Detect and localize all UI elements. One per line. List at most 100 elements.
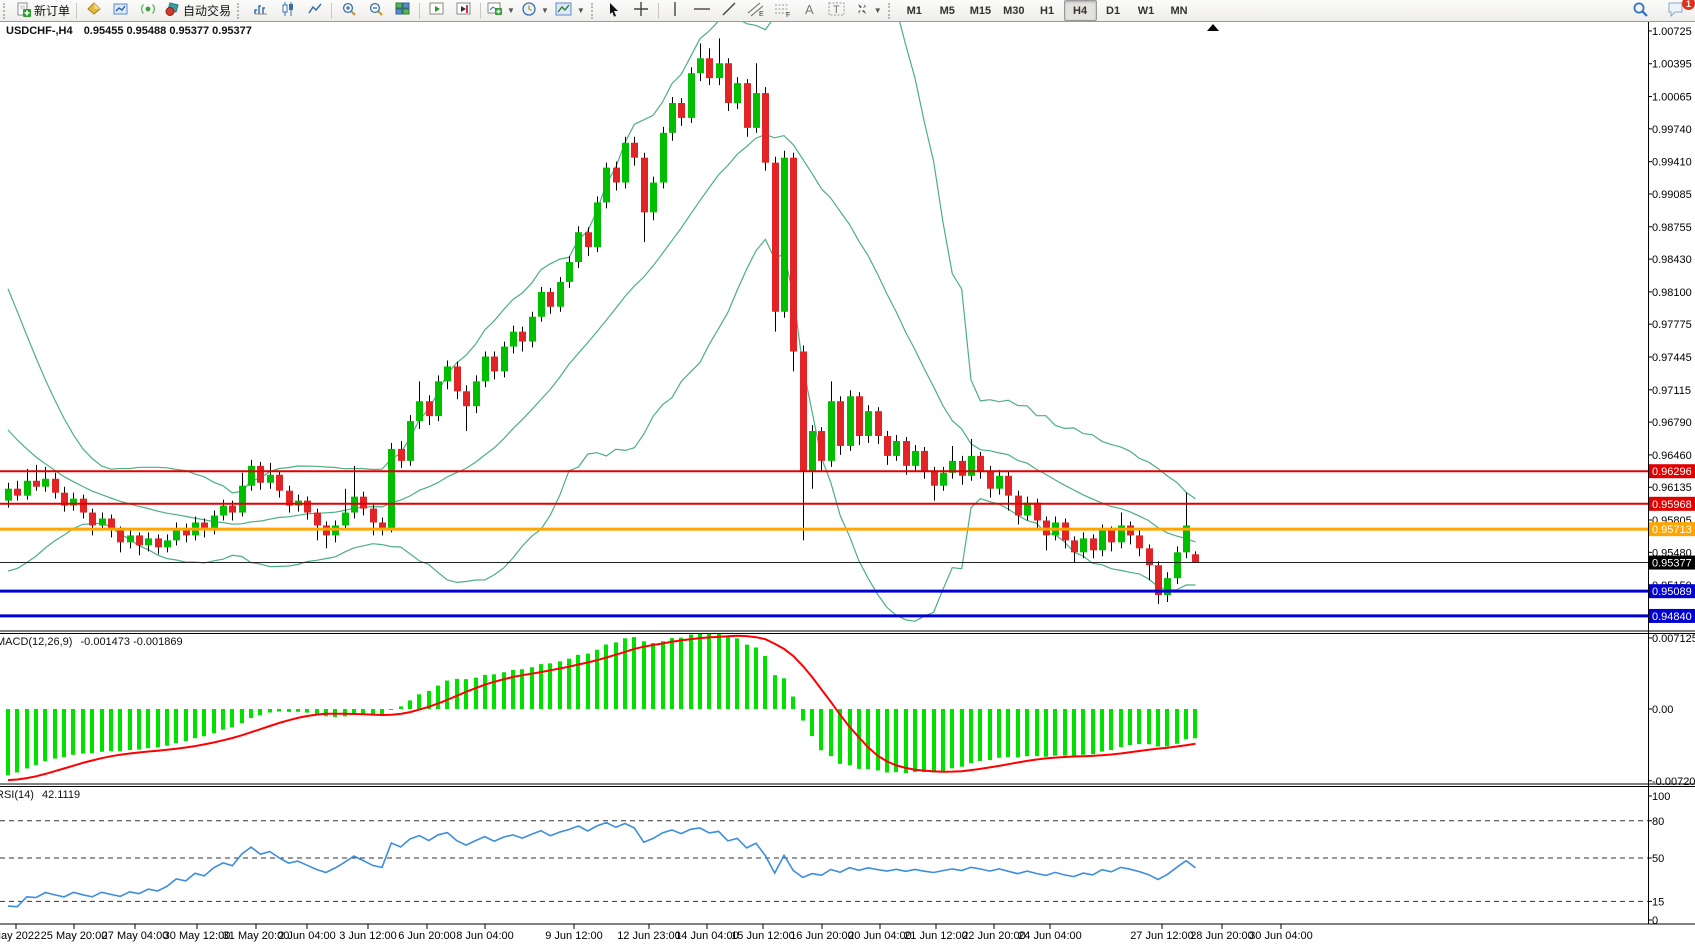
macd-histogram-bar (25, 709, 29, 768)
macd-histogram-bar (689, 635, 693, 709)
search-icon (1632, 1, 1649, 21)
auto-scroll-button[interactable] (423, 0, 450, 21)
macd-histogram-bar (1165, 709, 1169, 746)
equidistant-channel-button[interactable]: E (743, 0, 770, 21)
macd-histogram-bar (670, 638, 674, 709)
macd-histogram-bar (408, 700, 412, 709)
macd-histogram-bar (1072, 709, 1076, 756)
new-chart-button[interactable]: ▼ (484, 0, 518, 21)
candlestick-chart-icon (280, 1, 296, 20)
macd-histogram-bar (1044, 709, 1048, 757)
horizontal-line-button[interactable] (689, 0, 716, 21)
svg-text:6 Jun 20:00: 6 Jun 20:00 (398, 930, 456, 942)
blue-panel-icon (113, 1, 129, 20)
macd-histogram-bar (137, 709, 141, 750)
macd-histogram-bar (287, 709, 291, 712)
macd-histogram-bar (894, 709, 898, 772)
chart-line-button[interactable] (301, 0, 328, 21)
cursor-button[interactable] (601, 0, 628, 21)
macd-histogram-bar (1193, 709, 1197, 738)
toolbar-grip[interactable] (3, 3, 10, 19)
timeframe-button-H4[interactable]: H4 (1064, 0, 1097, 21)
chevron-down-icon: ▼ (577, 6, 585, 15)
macd-histogram-bar (698, 632, 702, 709)
zoom-in-button[interactable] (335, 0, 362, 21)
svg-text:0.007125: 0.007125 (1652, 633, 1695, 645)
toolbar-grip[interactable] (237, 3, 244, 19)
svg-text:May 2022: May 2022 (0, 930, 40, 942)
market-watch-button[interactable] (107, 0, 134, 21)
macd-histogram-bar (62, 709, 66, 757)
signals-button[interactable] (134, 0, 161, 21)
macd-histogram-bar (109, 709, 113, 751)
macd-histogram-bar (240, 709, 244, 723)
timeframe-button-D1[interactable]: D1 (1097, 0, 1130, 21)
macd-indicator-label: MACD(12,26,9) -0.001473 -0.001869 (0, 636, 183, 648)
svg-text:0.94840: 0.94840 (1652, 611, 1692, 623)
timeframe-button-H1[interactable]: H1 (1031, 0, 1064, 21)
timeframe-button-MN[interactable]: MN (1163, 0, 1196, 21)
vertical-line-icon (669, 1, 681, 20)
macd-histogram-bar (128, 709, 132, 750)
timeframe-button-M1[interactable]: M1 (898, 0, 931, 21)
svg-text:0.00: 0.00 (1652, 704, 1673, 716)
text-button[interactable]: A (797, 0, 824, 21)
macd-histogram-bar (1063, 709, 1067, 756)
ohlc-values: 0.95455 0.95488 0.95377 0.95377 (84, 25, 252, 37)
text-label-button[interactable]: T (824, 0, 851, 21)
macd-histogram-bar (445, 681, 449, 709)
chart-candles-button[interactable] (274, 0, 301, 21)
zoom-in-icon (341, 1, 357, 20)
timeframe-button-W1[interactable]: W1 (1130, 0, 1163, 21)
macd-histogram-bar (1128, 709, 1132, 745)
macd-histogram-bar (502, 672, 506, 709)
crosshair-icon (633, 1, 649, 20)
timeframe-button-M5[interactable]: M5 (931, 0, 964, 21)
macd-histogram-bar (745, 645, 749, 709)
macd-histogram-bar (960, 709, 964, 767)
macd-histogram-bar (165, 709, 169, 746)
fibonacci-button[interactable]: F (770, 0, 797, 21)
macd-histogram-bar (1147, 709, 1151, 744)
macd-histogram-bar (735, 638, 739, 709)
macd-histogram-bar (268, 709, 272, 713)
svg-text:-0.007201: -0.007201 (1652, 776, 1695, 788)
macd-histogram-bar (969, 709, 973, 763)
macd-histogram-bar (118, 709, 122, 751)
market-button[interactable] (80, 0, 107, 21)
new-order-icon (16, 2, 31, 20)
toolbar-grip[interactable] (888, 3, 895, 19)
timeframe-button-M30[interactable]: M30 (997, 0, 1030, 21)
macd-histogram-bar (71, 709, 75, 755)
period-button[interactable]: ▼ (518, 0, 552, 21)
macd-histogram-bar (661, 641, 665, 709)
crosshair-button[interactable] (628, 0, 655, 21)
arrows-button[interactable]: ▼ (851, 0, 885, 21)
arrows-icon (854, 1, 870, 20)
vertical-line-button[interactable] (662, 0, 689, 21)
chart-bars-button[interactable] (247, 0, 274, 21)
macd-histogram-bar (174, 709, 178, 743)
timeframe-button-M15[interactable]: M15 (964, 0, 997, 21)
new-order-button[interactable]: 新订单 (13, 0, 73, 21)
line-chart-icon (307, 1, 323, 20)
chart-shift-button[interactable] (450, 0, 477, 21)
search-button[interactable] (1627, 0, 1654, 21)
macd-histogram-bar (1175, 709, 1179, 744)
templates-button[interactable]: ▼ (552, 0, 588, 21)
chart-canvas[interactable]: 1.007251.003951.000650.997400.994100.990… (0, 0, 1695, 946)
auto-trading-button[interactable]: 自动交易 (161, 0, 234, 21)
timeframe-bar: M1M5M15M30H1H4D1W1MN (898, 0, 1196, 21)
zoom-out-button[interactable] (362, 0, 389, 21)
macd-histogram-bar (474, 678, 478, 709)
trendline-button[interactable] (716, 0, 743, 21)
macd-histogram-bar (1053, 709, 1057, 756)
macd-histogram-bar (1156, 709, 1160, 746)
toolbar-grip[interactable] (591, 3, 598, 19)
macd-histogram-bar (343, 709, 347, 716)
tile-windows-button[interactable] (389, 0, 416, 21)
svg-text:24 Jun 04:00: 24 Jun 04:00 (1018, 930, 1082, 942)
chevron-down-icon: ▼ (874, 6, 882, 15)
notifications-button[interactable]: 1 (1662, 0, 1689, 21)
svg-text:1.00725: 1.00725 (1652, 26, 1692, 38)
